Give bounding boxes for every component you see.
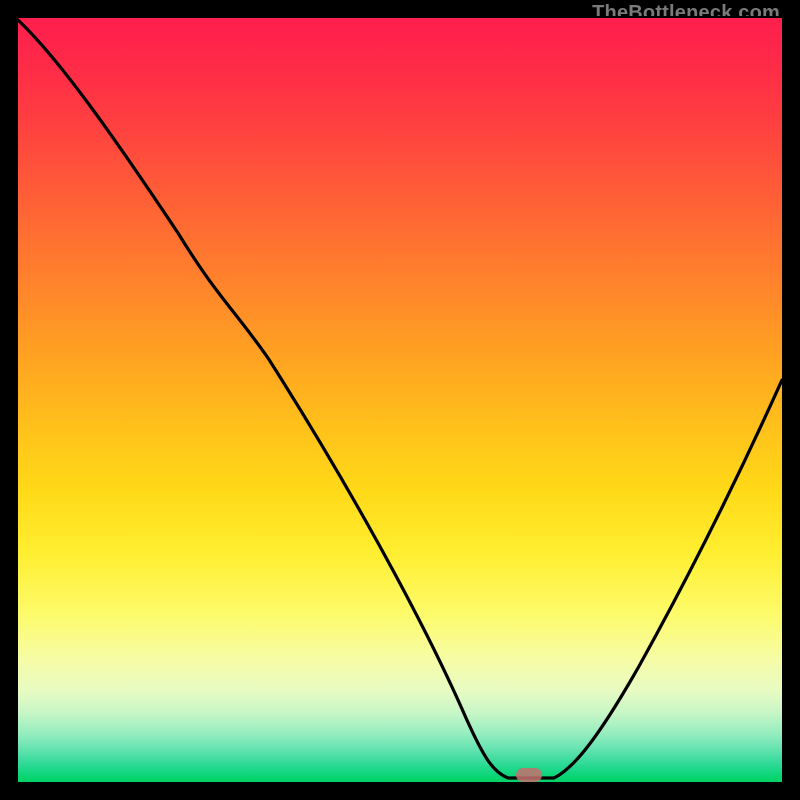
gradient-background [18, 18, 782, 782]
chart-frame: TheBottleneck.com [0, 0, 800, 800]
plot-area-border [16, 16, 784, 784]
